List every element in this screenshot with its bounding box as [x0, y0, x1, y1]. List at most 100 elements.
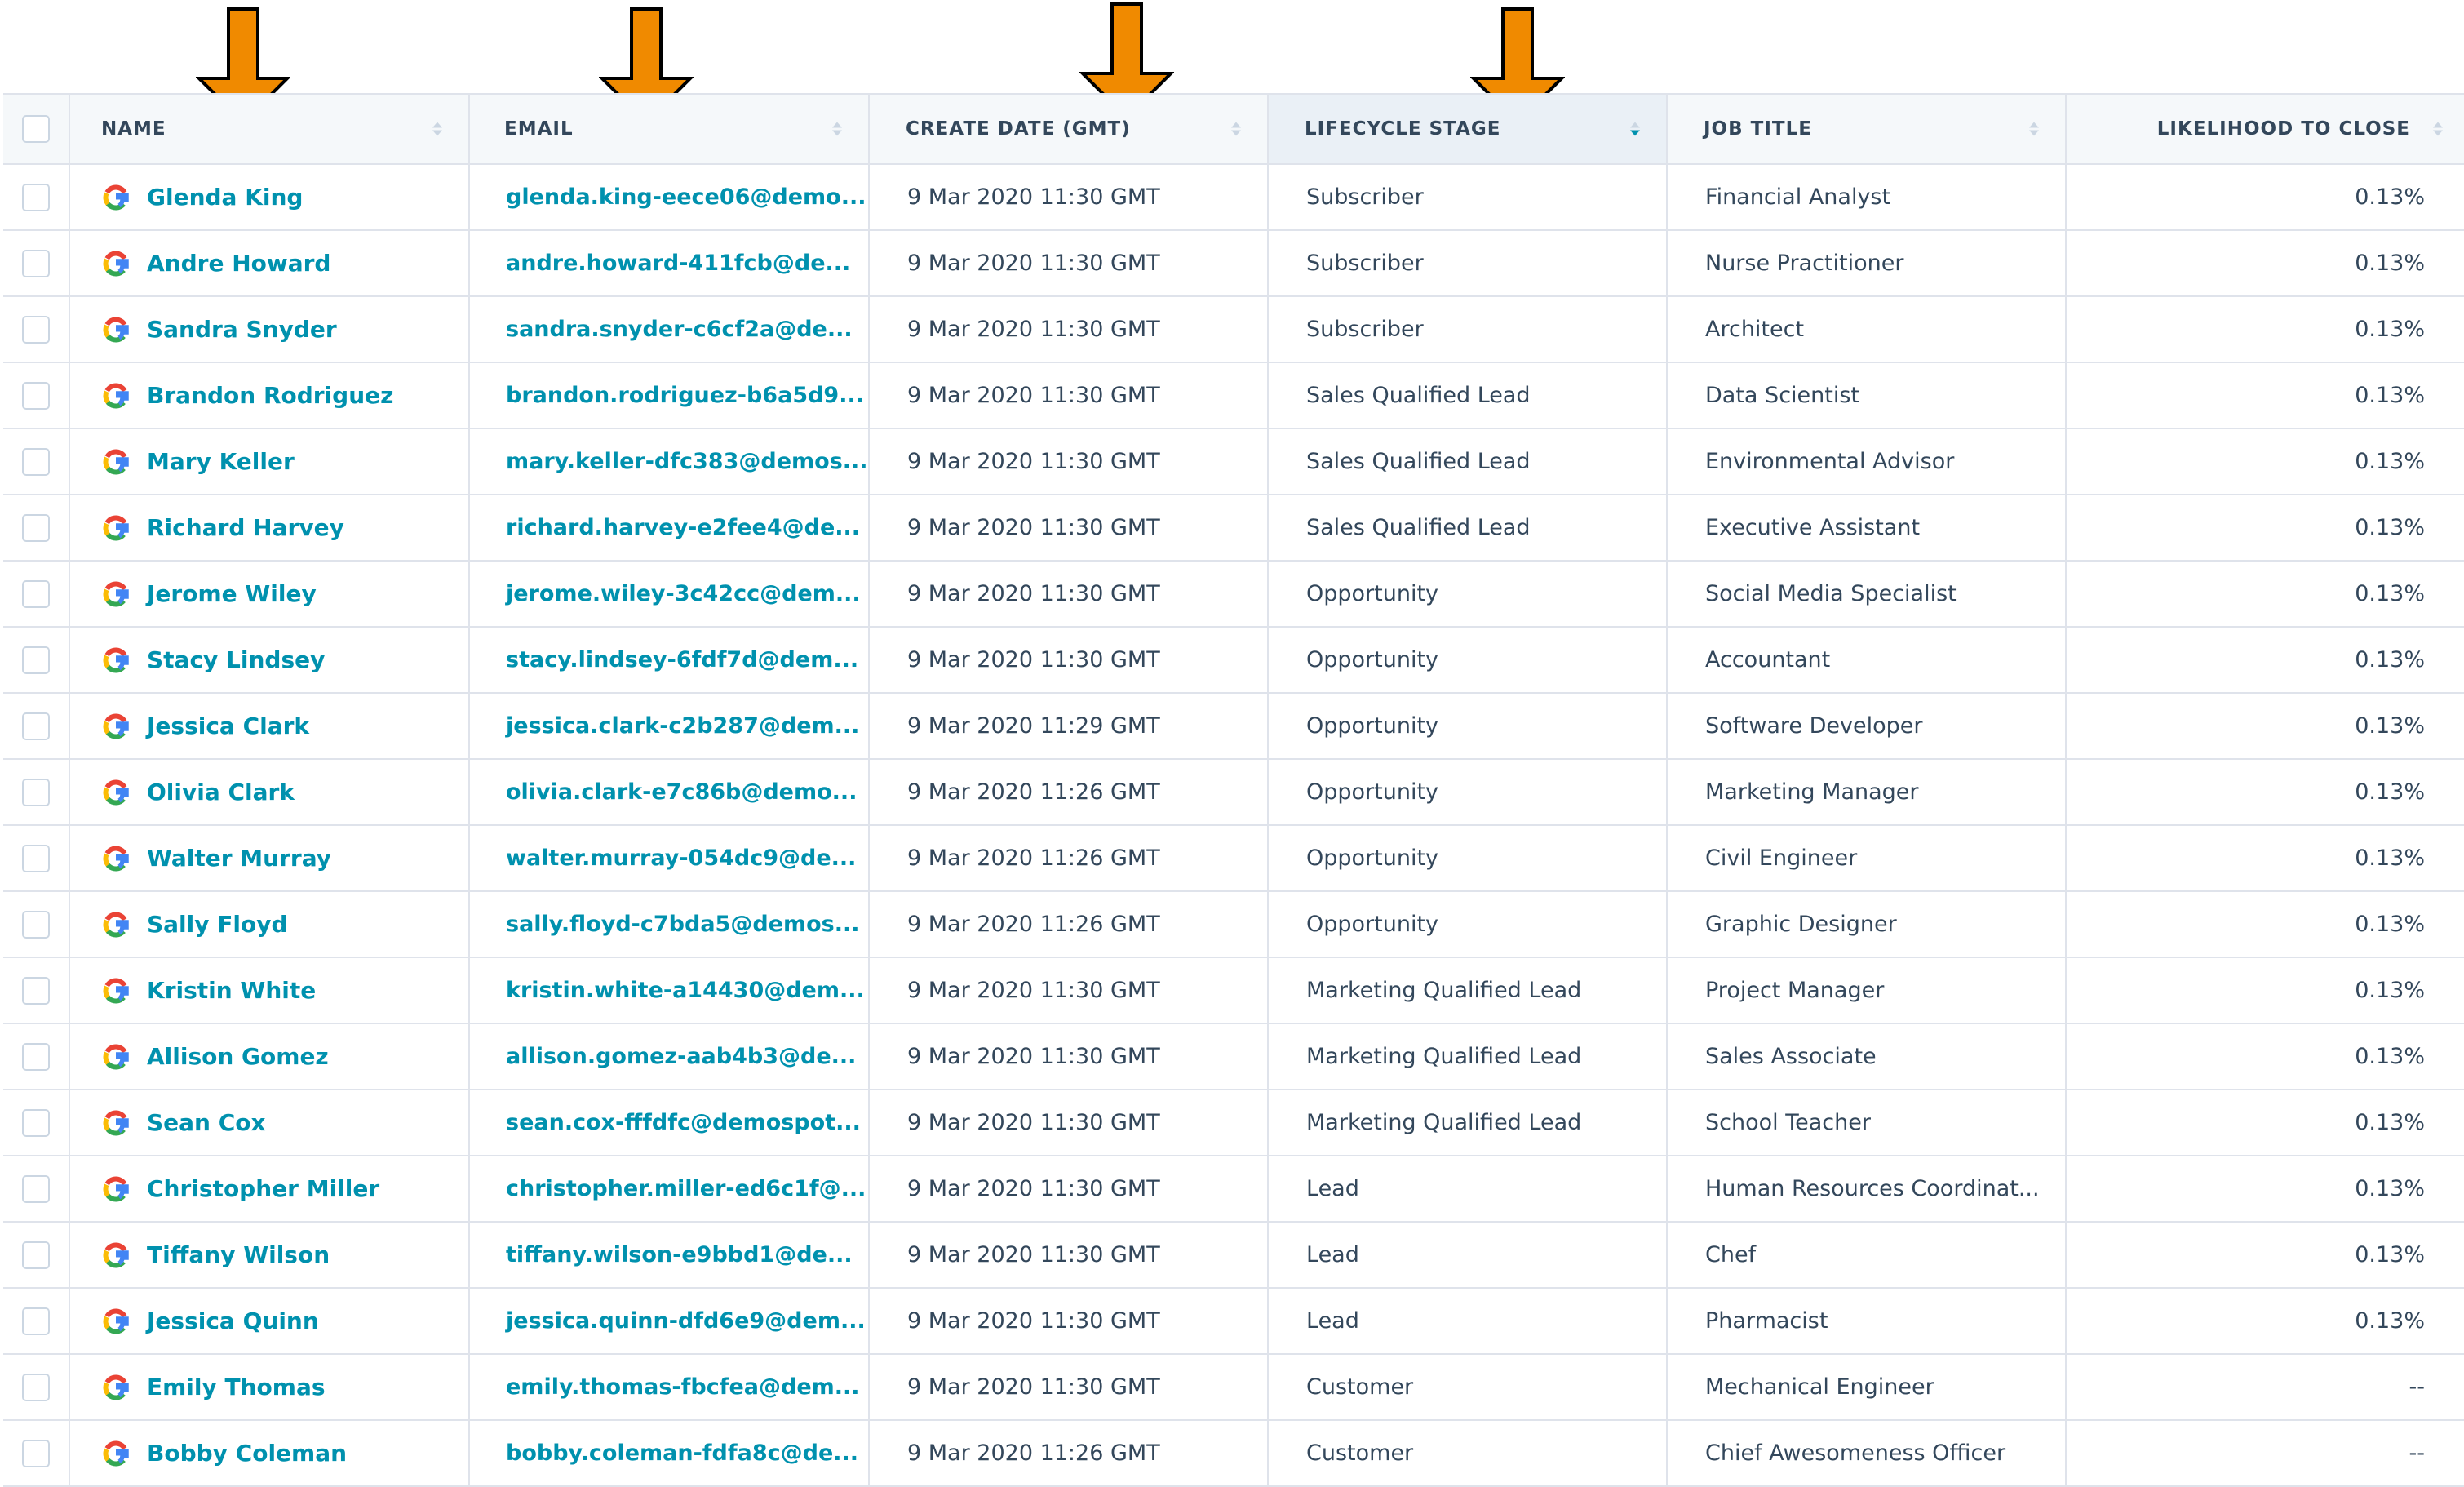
- sort-icon[interactable]: [1231, 122, 1241, 136]
- contact-name-link[interactable]: Jerome Wiley: [147, 580, 317, 607]
- contact-name-link[interactable]: Tiffany Wilson: [147, 1241, 330, 1268]
- create-date-cell: 9 Mar 2020 11:30 GMT: [870, 628, 1269, 692]
- row-select-cell: [3, 628, 70, 692]
- row-checkbox[interactable]: [22, 513, 50, 542]
- table-row[interactable]: Tiffany Wilson tiffany.wilson-e9bbd1@de..…: [3, 1223, 2464, 1289]
- contact-name-link[interactable]: Christopher Miller: [147, 1175, 379, 1202]
- row-checkbox[interactable]: [22, 1042, 50, 1071]
- email-link[interactable]: sally.floyd-c7bda5@demos...: [506, 912, 860, 937]
- row-checkbox[interactable]: [22, 315, 50, 344]
- contact-name-link[interactable]: Richard Harvey: [147, 514, 344, 541]
- row-checkbox[interactable]: [22, 646, 50, 674]
- email-link[interactable]: kristin.white-a14430@dem...: [506, 978, 865, 1003]
- email-link[interactable]: christopher.miller-ed6c1f@...: [506, 1176, 866, 1201]
- table-row[interactable]: Jessica Quinn jessica.quinn-dfd6e9@dem...…: [3, 1289, 2464, 1355]
- contact-name-link[interactable]: Bobby Coleman: [147, 1440, 347, 1467]
- row-checkbox[interactable]: [22, 1439, 50, 1467]
- email-link[interactable]: brandon.rodriguez-b6a5d9...: [506, 383, 864, 408]
- table-row[interactable]: Kristin White kristin.white-a14430@dem...…: [3, 958, 2464, 1024]
- column-header-name[interactable]: NAME: [70, 95, 470, 163]
- select-all-checkbox[interactable]: [22, 115, 50, 143]
- contact-name-link[interactable]: Walter Murray: [147, 845, 331, 872]
- table-row[interactable]: Bobby Coleman bobby.coleman-fdfa8c@de... 9…: [3, 1421, 2464, 1487]
- table-row[interactable]: Walter Murray walter.murray-054dc9@de... 9…: [3, 826, 2464, 892]
- email-link[interactable]: glenda.king-eece06@demo...: [506, 184, 866, 210]
- table-row[interactable]: Brandon Rodriguez brandon.rodriguez-b6a5d…: [3, 363, 2464, 429]
- row-checkbox[interactable]: [22, 910, 50, 939]
- contact-name-link[interactable]: Kristin White: [147, 977, 316, 1004]
- contact-name-link[interactable]: Sean Cox: [147, 1109, 266, 1136]
- table-row[interactable]: Sally Floyd sally.floyd-c7bda5@demos... 9 …: [3, 892, 2464, 958]
- contact-name-link[interactable]: Sally Floyd: [147, 911, 288, 938]
- column-header-create-date[interactable]: CREATE DATE (GMT): [870, 95, 1269, 163]
- contact-name-link[interactable]: Mary Keller: [147, 448, 295, 475]
- column-header-email[interactable]: EMAIL: [470, 95, 870, 163]
- email-link[interactable]: olivia.clark-e7c86b@demo...: [506, 779, 857, 805]
- sort-icon[interactable]: [2029, 122, 2039, 136]
- email-link[interactable]: jessica.quinn-dfd6e9@dem...: [506, 1308, 866, 1334]
- sort-icon[interactable]: [2433, 122, 2443, 136]
- table-row[interactable]: Sean Cox sean.cox-fffdfc@demospot... 9 Mar…: [3, 1090, 2464, 1156]
- row-checkbox[interactable]: [22, 976, 50, 1005]
- row-checkbox[interactable]: [22, 1174, 50, 1203]
- table-row[interactable]: Sandra Snyder sandra.snyder-c6cf2a@de... 9…: [3, 297, 2464, 363]
- table-row[interactable]: Glenda King glenda.king-eece06@demo... 9 M…: [3, 165, 2464, 231]
- table-row[interactable]: Jerome Wiley jerome.wiley-3c42cc@dem... 9 …: [3, 562, 2464, 628]
- email-link[interactable]: andre.howard-411fcb@de...: [506, 251, 850, 276]
- email-link[interactable]: jerome.wiley-3c42cc@dem...: [506, 581, 861, 606]
- contact-name-link[interactable]: Brandon Rodriguez: [147, 382, 393, 409]
- contact-name-link[interactable]: Sandra Snyder: [147, 316, 337, 343]
- contact-name-link[interactable]: Emily Thomas: [147, 1374, 326, 1400]
- email-link[interactable]: stacy.lindsey-6fdf7d@dem...: [506, 647, 858, 672]
- row-checkbox[interactable]: [22, 381, 50, 410]
- row-checkbox[interactable]: [22, 1373, 50, 1401]
- email-cell: tiffany.wilson-e9bbd1@de...: [470, 1223, 870, 1287]
- email-link[interactable]: tiffany.wilson-e9bbd1@de...: [506, 1242, 853, 1267]
- likelihood-cell: 0.13%: [2067, 628, 2464, 692]
- email-link[interactable]: jessica.clark-c2b287@dem...: [506, 713, 859, 739]
- row-checkbox[interactable]: [22, 712, 50, 740]
- table-row[interactable]: Mary Keller mary.keller-dfc383@demos... 9 …: [3, 429, 2464, 495]
- sort-descending-icon[interactable]: [1630, 122, 1640, 136]
- row-checkbox[interactable]: [22, 778, 50, 806]
- table-row[interactable]: Christopher Miller christopher.miller-ed6…: [3, 1156, 2464, 1223]
- email-link[interactable]: bobby.coleman-fdfa8c@de...: [506, 1440, 858, 1466]
- contact-name-link[interactable]: Olivia Clark: [147, 779, 295, 806]
- contact-name-link[interactable]: Allison Gomez: [147, 1043, 329, 1070]
- email-link[interactable]: allison.gomez-aab4b3@de...: [506, 1044, 856, 1069]
- table-row[interactable]: Olivia Clark olivia.clark-e7c86b@demo... 9…: [3, 760, 2464, 826]
- email-link[interactable]: mary.keller-dfc383@demos...: [506, 449, 868, 474]
- contact-name-link[interactable]: Glenda King: [147, 184, 303, 211]
- row-checkbox[interactable]: [22, 579, 50, 608]
- row-checkbox[interactable]: [22, 249, 50, 277]
- contact-name-link[interactable]: Stacy Lindsey: [147, 646, 325, 673]
- table-row[interactable]: Richard Harvey richard.harvey-e2fee4@de..…: [3, 495, 2464, 562]
- table-row[interactable]: Andre Howard andre.howard-411fcb@de... 9 M…: [3, 231, 2464, 297]
- contact-name-link[interactable]: Jessica Clark: [147, 712, 309, 739]
- row-checkbox[interactable]: [22, 183, 50, 211]
- likelihood-cell: 0.13%: [2067, 1156, 2464, 1221]
- sort-icon[interactable]: [832, 122, 842, 136]
- column-header-likelihood[interactable]: LIKELIHOOD TO CLOSE: [2067, 95, 2464, 163]
- sort-icon[interactable]: [432, 122, 442, 136]
- row-checkbox[interactable]: [22, 1307, 50, 1335]
- table-row[interactable]: Jessica Clark jessica.clark-c2b287@dem...…: [3, 694, 2464, 760]
- google-source-icon: [100, 380, 132, 412]
- row-checkbox[interactable]: [22, 447, 50, 476]
- contact-name-link[interactable]: Jessica Quinn: [147, 1307, 319, 1334]
- email-link[interactable]: emily.thomas-fbcfea@dem...: [506, 1374, 860, 1400]
- row-checkbox[interactable]: [22, 1108, 50, 1137]
- create-date-cell: 9 Mar 2020 11:30 GMT: [870, 562, 1269, 626]
- email-link[interactable]: sean.cox-fffdfc@demospot...: [506, 1110, 861, 1135]
- email-link[interactable]: sandra.snyder-c6cf2a@de...: [506, 317, 853, 342]
- row-checkbox[interactable]: [22, 1241, 50, 1269]
- email-link[interactable]: richard.harvey-e2fee4@de...: [506, 515, 860, 540]
- row-checkbox[interactable]: [22, 844, 50, 872]
- column-header-job-title[interactable]: JOB TITLE: [1668, 95, 2067, 163]
- table-row[interactable]: Allison Gomez allison.gomez-aab4b3@de... 9…: [3, 1024, 2464, 1090]
- table-row[interactable]: Emily Thomas emily.thomas-fbcfea@dem... 9 …: [3, 1355, 2464, 1421]
- table-row[interactable]: Stacy Lindsey stacy.lindsey-6fdf7d@dem...…: [3, 628, 2464, 694]
- contact-name-link[interactable]: Andre Howard: [147, 250, 330, 277]
- column-header-lifecycle-stage[interactable]: LIFECYCLE STAGE: [1269, 95, 1668, 163]
- email-link[interactable]: walter.murray-054dc9@de...: [506, 846, 856, 871]
